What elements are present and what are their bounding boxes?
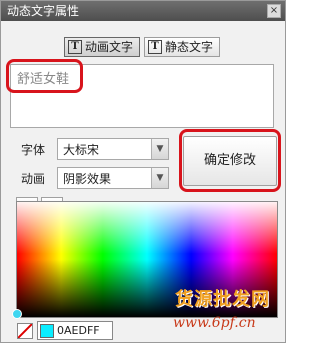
tab-static-text[interactable]: T 静态文字 — [144, 37, 221, 57]
font-select-value: 大标宋 — [63, 143, 100, 157]
color-hex-field[interactable]: 0AEDFF — [37, 321, 113, 340]
tab-label: 静态文字 — [165, 40, 214, 54]
font-select[interactable]: 大标宋 ▼ — [57, 138, 169, 160]
tab-label: 动画文字 — [85, 40, 134, 54]
font-label: 字体 — [21, 143, 46, 157]
palette-picker-handle[interactable] — [12, 309, 22, 319]
panel-title: 动态文字属性 — [7, 4, 80, 18]
watermark-url: www.6pf.cn — [173, 315, 256, 331]
text-properties-panel: 动态文字属性 × T 动画文字 T 静态文字 舒适女鞋 字体 大标宋 ▼ 动画 … — [0, 0, 286, 343]
title-bar[interactable]: 动态文字属性 × — [1, 1, 285, 21]
text-icon: T — [148, 40, 162, 54]
color-hex-value: 0AEDFF — [57, 324, 100, 337]
text-icon: T — [68, 40, 82, 54]
close-icon[interactable]: × — [267, 4, 281, 18]
watermark-text: 货源批发网 — [175, 289, 270, 310]
animation-select[interactable]: 阴影效果 ▼ — [57, 167, 169, 189]
color-swatch — [40, 324, 54, 338]
dropdown-arrow-icon[interactable]: ▼ — [151, 168, 168, 188]
highlight-box-text — [6, 59, 83, 93]
highlight-box-confirm — [179, 129, 281, 192]
animation-select-value: 阴影效果 — [63, 172, 112, 186]
dropdown-arrow-icon[interactable]: ▼ — [151, 139, 168, 159]
no-color-icon[interactable] — [17, 323, 33, 339]
tab-animated-text[interactable]: T 动画文字 — [64, 37, 141, 57]
animation-label: 动画 — [21, 172, 46, 186]
